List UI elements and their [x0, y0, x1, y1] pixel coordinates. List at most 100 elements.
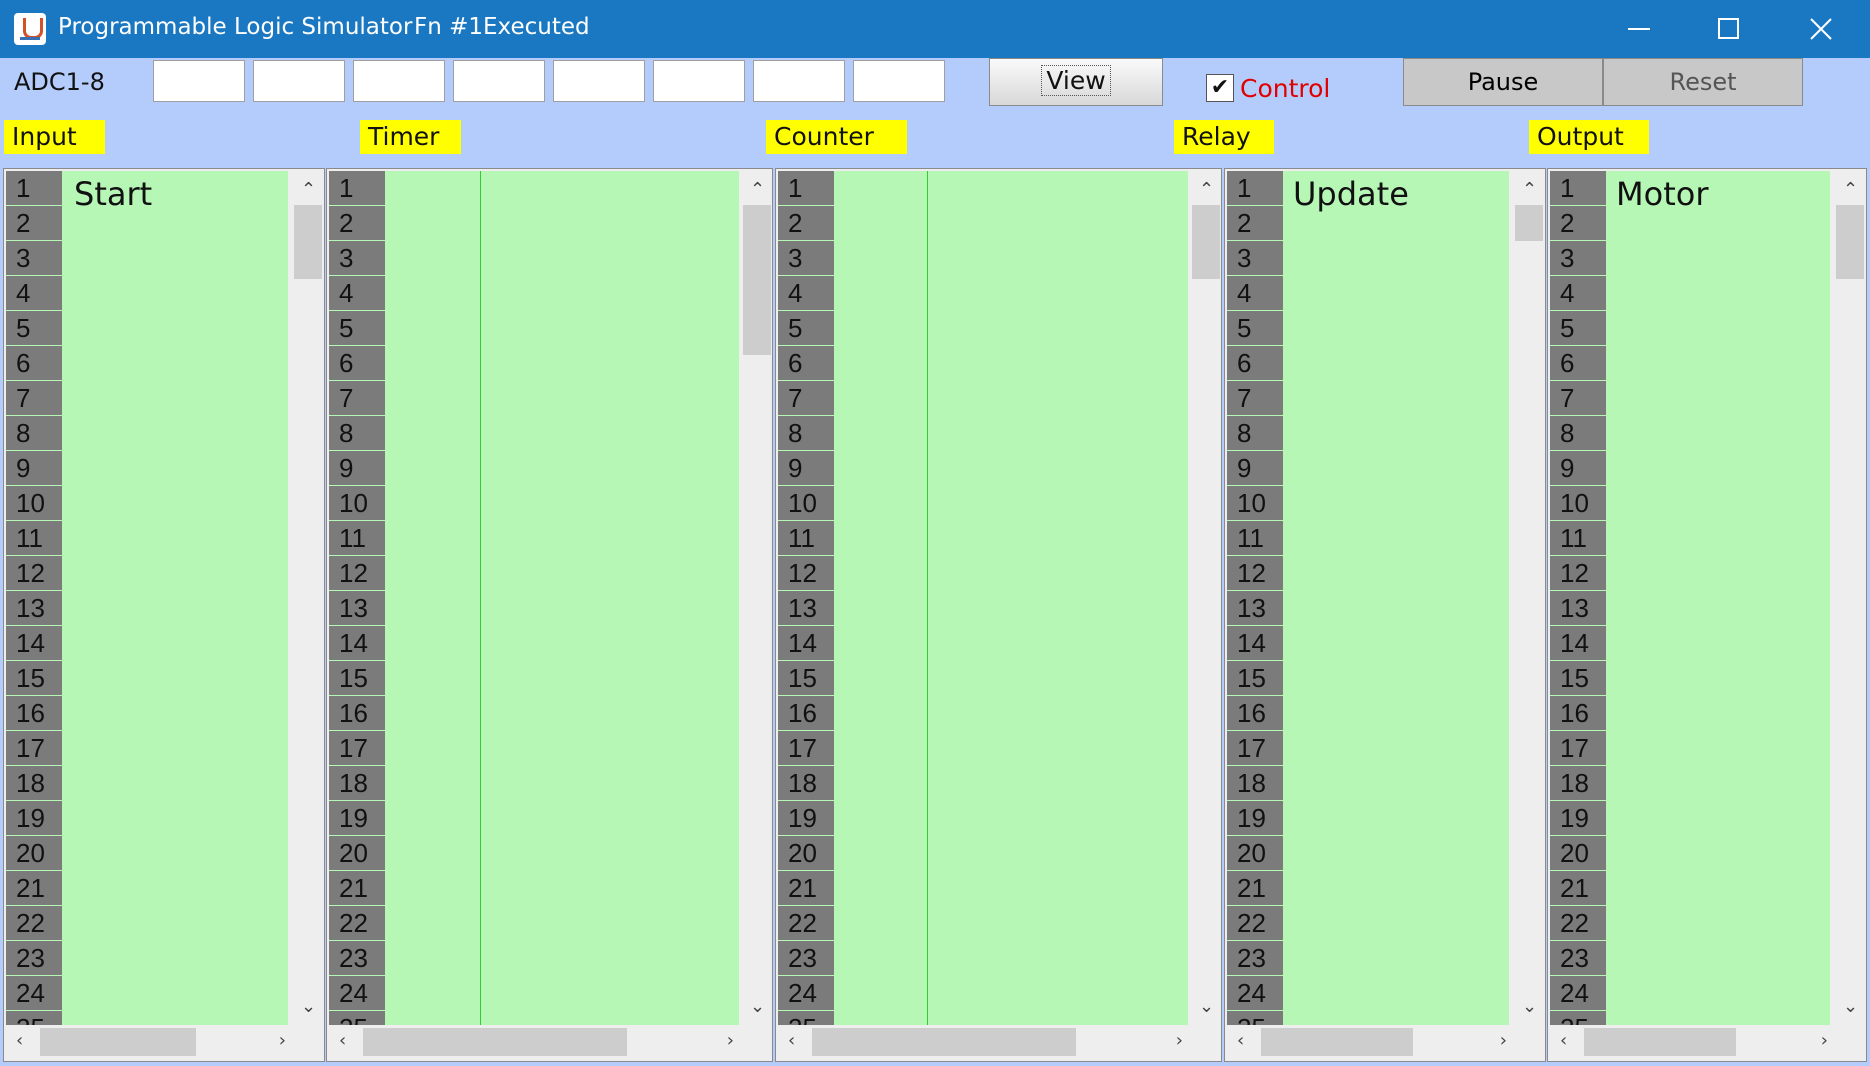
- relay-row-number[interactable]: 10: [1227, 486, 1283, 521]
- counter-row-number[interactable]: 6: [778, 346, 834, 381]
- counter-row-number[interactable]: 22: [778, 906, 834, 941]
- timer-horizontal-thumb[interactable]: [363, 1028, 627, 1056]
- relay-row-number[interactable]: 3: [1227, 241, 1283, 276]
- input-row-number[interactable]: 20: [6, 836, 62, 871]
- counter-row-number[interactable]: 11: [778, 521, 834, 556]
- view-button[interactable]: View: [989, 58, 1163, 106]
- counter-row-number[interactable]: 1: [778, 171, 834, 206]
- timer-row-number[interactable]: 3: [329, 241, 385, 276]
- output-row-number[interactable]: 16: [1550, 696, 1606, 731]
- input-row-number[interactable]: 1: [6, 171, 62, 206]
- timer-row-number[interactable]: 14: [329, 626, 385, 661]
- relay-row-number[interactable]: 12: [1227, 556, 1283, 591]
- scroll-up-icon[interactable]: ⌃: [750, 179, 765, 200]
- counter-row-number[interactable]: 2: [778, 206, 834, 241]
- input-list[interactable]: 1234567891011121314151617181920212223242…: [6, 171, 288, 1025]
- timer-row-number[interactable]: 7: [329, 381, 385, 416]
- output-vertical-thumb[interactable]: [1836, 205, 1864, 279]
- output-row-number[interactable]: 21: [1550, 871, 1606, 906]
- timer-list[interactable]: 1234567891011121314151617181920212223242…: [329, 171, 739, 1025]
- counter-vertical-scrollbar[interactable]: ⌃ ⌄: [1188, 171, 1221, 1025]
- output-row-number[interactable]: 3: [1550, 241, 1606, 276]
- scroll-up-icon[interactable]: ⌃: [1843, 179, 1858, 200]
- counter-row-number[interactable]: 12: [778, 556, 834, 591]
- relay-row-number[interactable]: 17: [1227, 731, 1283, 766]
- input-row-number[interactable]: 2: [6, 206, 62, 241]
- input-row-number[interactable]: 23: [6, 941, 62, 976]
- counter-row-number[interactable]: 4: [778, 276, 834, 311]
- counter-row-number[interactable]: 3: [778, 241, 834, 276]
- relay-row-number[interactable]: 23: [1227, 941, 1283, 976]
- timer-row-number[interactable]: 23: [329, 941, 385, 976]
- pause-button[interactable]: Pause: [1403, 58, 1603, 106]
- counter-vertical-thumb[interactable]: [1192, 205, 1220, 279]
- counter-row-number[interactable]: 5: [778, 311, 834, 346]
- minimize-button[interactable]: [1593, 0, 1685, 58]
- output-horizontal-scrollbar[interactable]: ‹ ›: [1550, 1025, 1864, 1059]
- input-row-number[interactable]: 9: [6, 451, 62, 486]
- timer-row-number[interactable]: 4: [329, 276, 385, 311]
- timer-vertical-thumb[interactable]: [743, 205, 771, 355]
- relay-row-number[interactable]: 21: [1227, 871, 1283, 906]
- input-row-number[interactable]: 22: [6, 906, 62, 941]
- output-row-number[interactable]: 8: [1550, 416, 1606, 451]
- timer-row-number[interactable]: 15: [329, 661, 385, 696]
- timer-row-number[interactable]: 2: [329, 206, 385, 241]
- counter-row-number[interactable]: 10: [778, 486, 834, 521]
- input-vertical-thumb[interactable]: [294, 205, 322, 279]
- scroll-left-icon[interactable]: ‹: [1237, 1030, 1244, 1051]
- counter-row-number[interactable]: 18: [778, 766, 834, 801]
- counter-row-number[interactable]: 16: [778, 696, 834, 731]
- relay-row-number[interactable]: 8: [1227, 416, 1283, 451]
- relay-row-number[interactable]: 14: [1227, 626, 1283, 661]
- timer-row-number[interactable]: 9: [329, 451, 385, 486]
- relay-row-number[interactable]: 19: [1227, 801, 1283, 836]
- relay-row-number[interactable]: 11: [1227, 521, 1283, 556]
- output-row-number[interactable]: 22: [1550, 906, 1606, 941]
- input-row-number[interactable]: 5: [6, 311, 62, 346]
- adc-field-4[interactable]: [453, 60, 545, 102]
- counter-list[interactable]: 1234567891011121314151617181920212223242…: [778, 171, 1188, 1025]
- output-list[interactable]: 1234567891011121314151617181920212223242…: [1550, 171, 1830, 1025]
- output-row-number[interactable]: 19: [1550, 801, 1606, 836]
- input-row-number[interactable]: 12: [6, 556, 62, 591]
- relay-row-number[interactable]: 2: [1227, 206, 1283, 241]
- input-row-number[interactable]: 6: [6, 346, 62, 381]
- output-row-number[interactable]: 15: [1550, 661, 1606, 696]
- output-row-number[interactable]: 25: [1550, 1011, 1606, 1025]
- scroll-right-icon[interactable]: ›: [279, 1030, 286, 1051]
- scroll-down-icon[interactable]: ⌄: [1199, 996, 1214, 1017]
- close-button[interactable]: [1775, 0, 1867, 58]
- counter-row-number[interactable]: 20: [778, 836, 834, 871]
- input-row-number[interactable]: 16: [6, 696, 62, 731]
- timer-row-number[interactable]: 10: [329, 486, 385, 521]
- adc-field-5[interactable]: [553, 60, 645, 102]
- output-row-number[interactable]: 11: [1550, 521, 1606, 556]
- timer-row-number[interactable]: 25: [329, 1011, 385, 1025]
- timer-row-number[interactable]: 17: [329, 731, 385, 766]
- input-row-number[interactable]: 8: [6, 416, 62, 451]
- scroll-left-icon[interactable]: ‹: [16, 1030, 23, 1051]
- output-row-number[interactable]: 14: [1550, 626, 1606, 661]
- output-row-number[interactable]: 24: [1550, 976, 1606, 1011]
- output-row-number[interactable]: 9: [1550, 451, 1606, 486]
- scroll-right-icon[interactable]: ›: [1500, 1030, 1507, 1051]
- scroll-up-icon[interactable]: ⌃: [1199, 179, 1214, 200]
- input-row-number[interactable]: 15: [6, 661, 62, 696]
- timer-row-number[interactable]: 1: [329, 171, 385, 206]
- relay-row-number[interactable]: 16: [1227, 696, 1283, 731]
- input-row-number[interactable]: 3: [6, 241, 62, 276]
- relay-list[interactable]: 1234567891011121314151617181920212223242…: [1227, 171, 1509, 1025]
- input-row-number[interactable]: 19: [6, 801, 62, 836]
- output-row-number[interactable]: 12: [1550, 556, 1606, 591]
- timer-vertical-scrollbar[interactable]: ⌃ ⌄: [739, 171, 772, 1025]
- output-row-number[interactable]: 20: [1550, 836, 1606, 871]
- counter-row-number[interactable]: 8: [778, 416, 834, 451]
- adc-field-1[interactable]: [153, 60, 245, 102]
- timer-row-number[interactable]: 18: [329, 766, 385, 801]
- counter-horizontal-scrollbar[interactable]: ‹ ›: [778, 1025, 1219, 1059]
- scroll-down-icon[interactable]: ⌄: [750, 996, 765, 1017]
- input-horizontal-scrollbar[interactable]: ‹ ›: [6, 1025, 322, 1059]
- input-horizontal-thumb[interactable]: [40, 1028, 196, 1056]
- output-row-number[interactable]: 17: [1550, 731, 1606, 766]
